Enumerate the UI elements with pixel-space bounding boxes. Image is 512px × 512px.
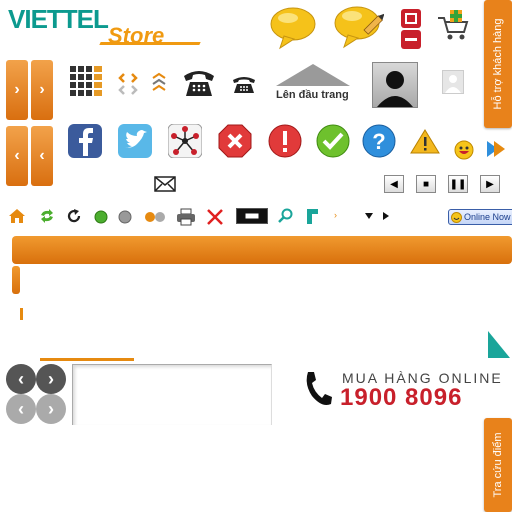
- share-icon[interactable]: [168, 124, 202, 158]
- grid-plus-minus-icon[interactable]: [400, 8, 422, 50]
- search-icon[interactable]: [278, 208, 294, 224]
- teal-corner-icon: [488, 331, 510, 358]
- online-now-label: Online Now: [464, 212, 511, 222]
- points-lookup-tab[interactable]: Tra cứu điểm: [484, 418, 512, 512]
- next-arrow-pad-alt[interactable]: ›: [31, 60, 53, 120]
- double-chevron-icon[interactable]: [150, 72, 168, 96]
- grid-view-icon[interactable]: [70, 66, 104, 100]
- carousel-next-button-disabled[interactable]: ›: [36, 394, 66, 424]
- carousel-next-button[interactable]: ›: [36, 364, 66, 394]
- user-avatar-small-icon[interactable]: [442, 70, 464, 94]
- alert-icon[interactable]: [410, 128, 440, 154]
- error-icon[interactable]: [218, 124, 252, 158]
- carousel-prev-button[interactable]: ‹: [6, 364, 36, 394]
- back-to-top-link[interactable]: Lên đầu trang: [276, 89, 349, 101]
- content-box[interactable]: [72, 364, 272, 425]
- close-x-icon[interactable]: [206, 208, 224, 226]
- online-now-badge[interactable]: Online Now: [448, 209, 512, 225]
- prev-track-button[interactable]: ◀: [384, 175, 404, 193]
- phone-small-icon[interactable]: [232, 74, 256, 94]
- mail-icon[interactable]: [154, 176, 176, 192]
- svg-text:?: ?: [372, 129, 385, 154]
- orange-tick: [20, 308, 23, 320]
- orange-header-bar: [12, 236, 512, 264]
- pause-button[interactable]: ❚❚: [448, 175, 468, 193]
- diamond-arrows-icon[interactable]: [118, 70, 142, 100]
- points-lookup-label: Tra cứu điểm: [492, 432, 504, 498]
- play-forward-icon[interactable]: [486, 140, 506, 158]
- next-arrow-pad[interactable]: ›: [6, 60, 28, 120]
- support-tab[interactable]: Hỗ trợ khách hàng: [484, 0, 512, 128]
- user-avatar-icon[interactable]: [372, 62, 418, 108]
- hotline-number[interactable]: 1900 8096: [340, 384, 462, 412]
- twitter-icon[interactable]: [118, 124, 152, 158]
- store-logo[interactable]: Store: [108, 24, 164, 48]
- stop-button[interactable]: ■: [416, 175, 436, 193]
- print-icon[interactable]: [176, 208, 196, 226]
- chevron-right-icon[interactable]: [382, 211, 390, 221]
- check-icon[interactable]: [316, 124, 350, 158]
- up-arrow-icon[interactable]: [276, 62, 350, 88]
- flickr-icon[interactable]: [144, 211, 166, 223]
- tab-underline: [40, 358, 134, 361]
- gray-dot-icon[interactable]: [118, 210, 132, 224]
- arrow-down-right-icon[interactable]: [304, 206, 322, 226]
- viettel-logo[interactable]: VIETTEL: [8, 4, 109, 34]
- cart-add-icon[interactable]: [436, 8, 470, 42]
- minimize-icon[interactable]: [236, 208, 268, 224]
- green-dot-icon[interactable]: [94, 210, 108, 224]
- prev-arrow-pad[interactable]: ‹: [6, 126, 28, 186]
- refresh-icon[interactable]: [38, 208, 56, 224]
- facebook-icon[interactable]: [68, 124, 102, 158]
- warning-icon[interactable]: [268, 124, 302, 158]
- reload-icon[interactable]: [66, 208, 82, 224]
- edit-bubble-icon[interactable]: [334, 4, 384, 52]
- smiley-icon[interactable]: [454, 140, 474, 160]
- phone-icon[interactable]: [182, 66, 216, 98]
- chevron-down-icon[interactable]: [364, 212, 374, 220]
- home-icon[interactable]: [8, 208, 26, 224]
- smiley-small-icon: [451, 211, 462, 223]
- next-track-button[interactable]: ▶: [480, 175, 500, 193]
- orange-side-marker: [12, 266, 20, 294]
- hotline-phone-icon: [306, 372, 332, 405]
- tiny-arrow-icon: ›: [334, 210, 337, 220]
- support-tab-label: Hỗ trợ khách hàng: [492, 18, 504, 110]
- prev-arrow-pad-alt[interactable]: ‹: [31, 126, 53, 186]
- speech-bubble-icon[interactable]: [270, 6, 318, 50]
- help-icon[interactable]: ?: [362, 124, 396, 158]
- carousel-prev-button-disabled[interactable]: ‹: [6, 394, 36, 424]
